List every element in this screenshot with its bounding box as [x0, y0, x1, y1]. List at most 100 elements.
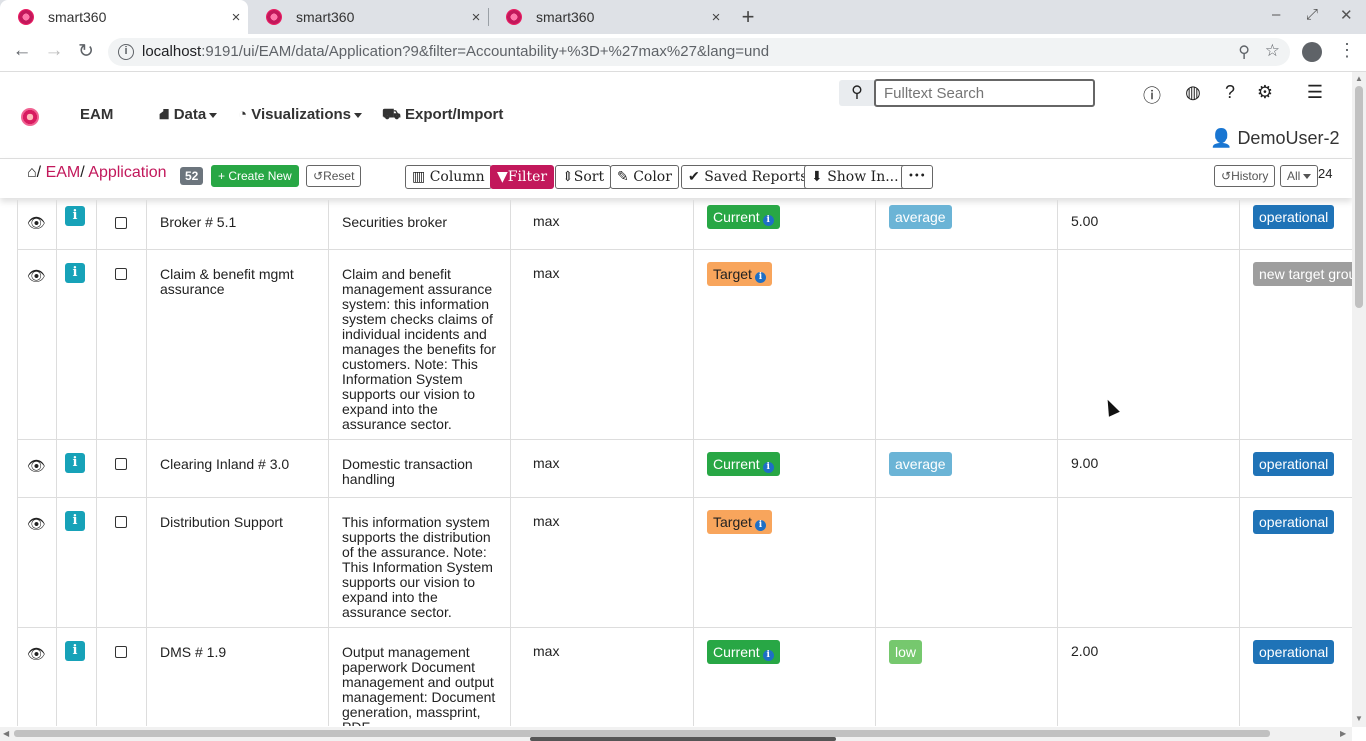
settings-gears-icon[interactable]: ⚙	[1254, 82, 1276, 103]
info-icon[interactable]: i	[65, 641, 85, 661]
browser-tab-2[interactable]: smart360 ×	[248, 0, 488, 34]
info-cell: i	[57, 250, 97, 439]
color-button[interactable]: ✎ Color	[610, 165, 679, 189]
button-label: Reset	[323, 169, 355, 183]
eye-icon[interactable]: 👁	[27, 267, 46, 285]
forward-icon[interactable]: →	[41, 40, 67, 62]
url-text[interactable]: localhost:9191/ui/EAM/data/Application?9…	[142, 43, 769, 60]
close-tab-icon[interactable]: ×	[704, 9, 728, 26]
menu-data[interactable]: ⛘ Data	[159, 106, 218, 125]
reset-button[interactable]: ↺Reset	[306, 165, 362, 187]
close-window-icon[interactable]: ✕	[1340, 6, 1353, 24]
eye-icon[interactable]: 👁	[27, 457, 46, 475]
row-checkbox[interactable]	[115, 268, 127, 280]
eye-icon[interactable]: 👁	[27, 645, 46, 663]
saved-reports-button[interactable]: ✔ Saved Reports	[681, 165, 815, 189]
eye-icon[interactable]: 👁	[27, 515, 46, 533]
bookmark-star-icon[interactable]: ☆	[1265, 41, 1280, 61]
breadcrumb-entity[interactable]: Application	[88, 164, 166, 181]
table-row[interactable]: 👁 i Broker # 5.1 Securities broker max C…	[17, 200, 1352, 250]
reload-icon[interactable]: ↻	[73, 40, 99, 63]
globe-icon[interactable]: ◍	[1182, 82, 1204, 103]
application-name[interactable]: Claim & benefit mgmt assurance	[160, 267, 320, 297]
select-cell	[97, 628, 147, 726]
sort-button[interactable]: ⇕Sort	[555, 165, 612, 189]
application-name[interactable]: DMS # 1.9	[160, 645, 226, 660]
filter-button[interactable]: ▼Filter	[490, 165, 555, 189]
scroll-left-icon[interactable]: ◀	[3, 729, 9, 738]
row-checkbox[interactable]	[115, 516, 127, 528]
info-icon[interactable]: i	[762, 650, 774, 661]
scroll-up-icon[interactable]: ▲	[1355, 74, 1363, 83]
back-icon[interactable]: ←	[9, 40, 35, 62]
scroll-right-icon[interactable]: ▶	[1340, 729, 1346, 738]
search-icon[interactable]: ⚲	[839, 80, 875, 106]
row-checkbox[interactable]	[115, 646, 127, 658]
scrollbar-track[interactable]	[14, 730, 1270, 737]
application-name[interactable]: Clearing Inland # 3.0	[160, 457, 289, 472]
scrollbar-thumb[interactable]	[530, 737, 836, 741]
vertical-scrollbar[interactable]: ▲ ▼	[1352, 72, 1366, 727]
home-icon[interactable]: ⌂	[27, 164, 37, 181]
address-bar[interactable]: i localhost:9191/ui/EAM/data/Application…	[108, 38, 1290, 66]
application-name[interactable]: Distribution Support	[160, 515, 283, 530]
status-label: Current	[713, 209, 760, 225]
info-icon[interactable]: i	[762, 462, 774, 473]
table-row[interactable]: 👁 i Distribution Support This informatio…	[17, 498, 1352, 628]
table-row[interactable]: 👁 i DMS # 1.9 Output management paperwor…	[17, 628, 1352, 726]
row-checkbox[interactable]	[115, 217, 127, 229]
close-tab-icon[interactable]: ×	[464, 9, 488, 26]
restore-icon[interactable]: ⤢	[1306, 6, 1318, 23]
more-options-button[interactable]: •••	[901, 165, 933, 189]
status-label: Target	[713, 266, 752, 282]
show-in-button[interactable]: ⬇ Show In...	[804, 165, 906, 189]
new-tab-button[interactable]: +	[736, 4, 760, 30]
profile-avatar-icon[interactable]	[1302, 42, 1322, 62]
application-description: Output management paperwork Document man…	[342, 644, 496, 727]
app-logo-icon[interactable]	[21, 108, 39, 126]
status-cell: Current i	[694, 440, 876, 497]
info-icon[interactable]: i	[65, 263, 85, 283]
horizontal-scrollbar[interactable]: ◀ ▶	[0, 727, 1352, 741]
column-button[interactable]: ▥ Column	[405, 165, 492, 189]
create-new-button[interactable]: + Create New	[211, 165, 299, 187]
row-checkbox[interactable]	[115, 458, 127, 470]
info-icon[interactable]: i	[65, 453, 85, 473]
accountability-value: max	[533, 513, 560, 529]
description-cell: Claim and benefit management assurance s…	[329, 250, 511, 439]
scroll-down-icon[interactable]: ▼	[1355, 714, 1363, 723]
button-label: Color	[633, 169, 672, 185]
menu-visualizations[interactable]: ◔ Visualizations	[238, 106, 362, 123]
browser-tab-1[interactable]: smart360 ×	[0, 0, 248, 34]
brand-name[interactable]: EAM	[80, 106, 113, 123]
info-icon[interactable]: i	[65, 206, 85, 226]
page-size-select[interactable]: All	[1280, 165, 1319, 187]
info-icon[interactable]: i	[762, 215, 774, 226]
help-icon[interactable]: ?	[1219, 82, 1241, 103]
breadcrumb-module[interactable]: EAM	[46, 164, 81, 181]
fulltext-search-input[interactable]	[874, 79, 1095, 107]
minimize-icon[interactable]: –	[1272, 6, 1280, 23]
info-icon[interactable]: ⓘ	[1141, 82, 1163, 108]
rating-cell: average	[876, 440, 1058, 497]
database-icon[interactable]: ☰	[1304, 82, 1326, 103]
application-name[interactable]: Broker # 5.1	[160, 215, 236, 230]
description-cell: This information system supports the dis…	[329, 498, 511, 627]
eye-icon[interactable]: 👁	[27, 214, 46, 232]
scrollbar-thumb[interactable]	[1355, 86, 1363, 308]
info-cell: i	[57, 628, 97, 726]
browser-tab-3[interactable]: smart360 ×	[488, 0, 728, 34]
table-row[interactable]: 👁 i Claim & benefit mgmt assurance Claim…	[17, 250, 1352, 440]
table-row[interactable]: 👁 i Clearing Inland # 3.0 Domestic trans…	[17, 440, 1352, 498]
site-info-icon[interactable]: i	[118, 44, 134, 60]
menu-export-import[interactable]: ⛟ Export/Import	[382, 106, 503, 125]
history-button[interactable]: ↺History	[1214, 165, 1276, 187]
current-user[interactable]: 👤 DemoUser-2	[1210, 128, 1339, 149]
zoom-icon[interactable]: ⚲	[1238, 42, 1250, 62]
browser-menu-icon[interactable]: ⋮	[1338, 40, 1356, 61]
close-tab-icon[interactable]: ×	[224, 9, 248, 26]
view-cell: 👁	[18, 440, 57, 497]
info-icon[interactable]: i	[754, 520, 766, 531]
info-icon[interactable]: i	[65, 511, 85, 531]
info-icon[interactable]: i	[754, 272, 766, 283]
